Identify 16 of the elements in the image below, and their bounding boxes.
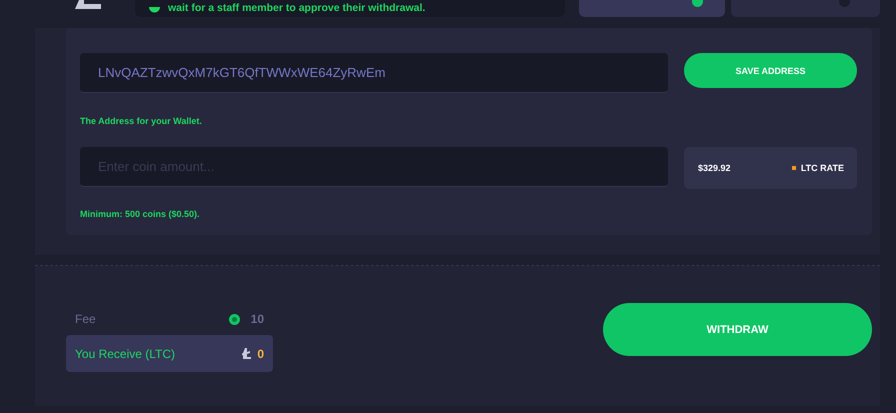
address-hint: The Address for your Wallet. xyxy=(80,116,203,126)
rate-label: LTC RATE xyxy=(800,163,844,173)
save-address-button[interactable]: SAVE ADDRESS xyxy=(684,53,857,88)
litecoin-icon xyxy=(242,348,252,359)
coin-icon xyxy=(228,314,240,324)
fee-value: 10 xyxy=(250,312,264,326)
address-option-button[interactable] xyxy=(579,0,725,17)
notice-text: wait for a staff member to approve their withdrawal. xyxy=(168,2,426,13)
withdraw-button[interactable]: WITHDRAW xyxy=(603,303,872,356)
rate-value: $329.92 xyxy=(698,163,731,173)
fee-label: Fee xyxy=(75,312,97,326)
address-field[interactable]: LNvQAZTzwvQxM7kGT6QfTWWxWE64ZyRwEm xyxy=(80,53,668,93)
minimum-hint: Minimum: 500 coins ($0.50). xyxy=(80,209,201,219)
receive-value: 0 xyxy=(257,346,264,360)
logo-icon xyxy=(75,0,101,9)
receive-label: You Receive (LTC) xyxy=(75,346,176,360)
